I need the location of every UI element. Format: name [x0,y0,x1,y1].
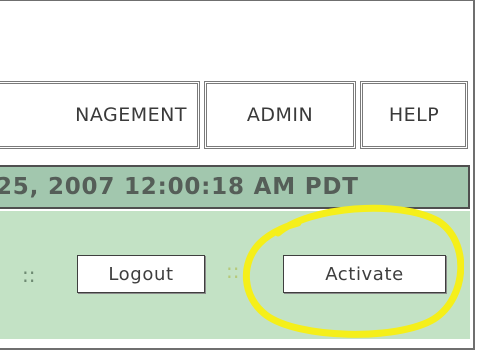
separator: :: [226,259,240,283]
tab-help[interactable]: HELP [361,82,467,148]
action-bar: :: Logout :: Activate [0,211,470,339]
separator: :: [22,263,36,287]
tab-management[interactable]: NAGEMENT [0,82,199,148]
app-window: NAGEMENT ADMIN HELP 25, 2007 12:00:18 AM… [0,0,475,350]
logout-button[interactable]: Logout [77,255,205,293]
top-nav: NAGEMENT ADMIN HELP [0,82,473,148]
tab-admin[interactable]: ADMIN [205,82,355,148]
date-time-bar: 25, 2007 12:00:18 AM PDT [0,165,470,209]
activate-button[interactable]: Activate [283,255,446,293]
date-time-text: 25, 2007 12:00:18 AM PDT [0,174,359,200]
